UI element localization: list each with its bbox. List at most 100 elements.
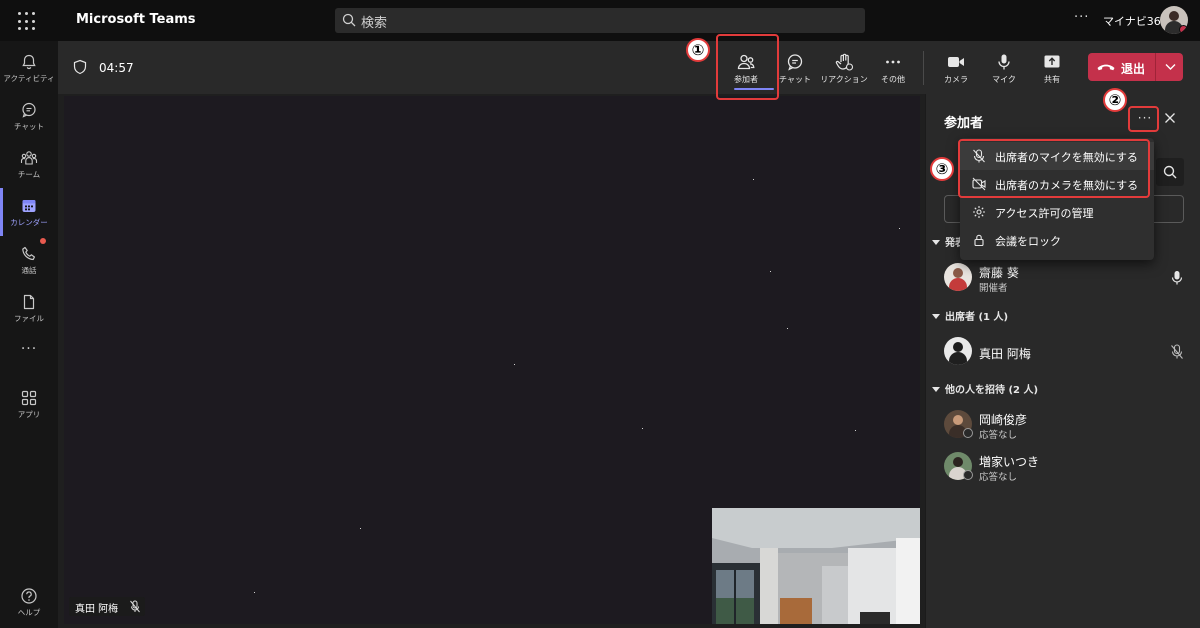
participant-role: 開催者 (979, 283, 1008, 294)
presence-busy-icon (1179, 25, 1188, 34)
rail-label-activity: アクティビティ (3, 74, 55, 83)
rail-label-apps: アプリ (17, 410, 41, 419)
participant-name: 増家いつき (979, 455, 1040, 469)
participant-name: 齋藤 葵 (979, 266, 1019, 280)
reactions-button[interactable]: リアクション (820, 49, 868, 93)
chevron-down-icon (1165, 64, 1176, 70)
rail-label-chat: チャット (14, 122, 44, 131)
chat-icon (787, 54, 803, 71)
top-bar: Microsoft Teams 検索 ··· マイナビ365 (0, 0, 1200, 41)
annotation-box-menu-items (958, 139, 1150, 198)
rail-item-files[interactable]: ファイル (0, 287, 58, 333)
mic-icon (998, 54, 1010, 70)
participant-status: 応答なし (979, 430, 1018, 441)
mic-icon (1171, 271, 1183, 285)
leave-label: 退出 (1121, 62, 1146, 76)
status-unknown-icon (963, 470, 973, 480)
search-icon (1163, 165, 1177, 179)
participant-status: 応答なし (979, 472, 1018, 483)
search-box[interactable]: 検索 (335, 8, 865, 33)
section-attendees[interactable]: 出席者 (1 人) (932, 308, 1008, 323)
rail-item-activity[interactable]: アクティビティ (0, 47, 58, 93)
left-rail: アクティビティ チャット チーム カレンダー 通話 ファイル ··· アプリ ヘ… (0, 41, 58, 628)
panel-title: 参加者 (944, 116, 984, 131)
rail-item-calls[interactable]: 通話 (0, 239, 58, 285)
annotation-marker-1: ① (686, 38, 710, 62)
participant-row[interactable]: 増家いつき 応答なし (944, 451, 1194, 485)
participant-row[interactable]: 岡崎俊彦 応答なし (944, 409, 1194, 443)
share-button[interactable]: 共有 (1028, 49, 1076, 93)
rail-item-apps[interactable]: アプリ (0, 383, 58, 429)
leave-button[interactable]: 退出 (1088, 53, 1154, 81)
rail-item-chat[interactable]: チャット (0, 95, 58, 141)
leave-divider (1155, 53, 1156, 81)
search-icon (342, 13, 356, 27)
bell-icon (22, 54, 36, 70)
meeting-timer: 04:57 (99, 61, 134, 75)
participant-name: 真田 阿梅 (979, 347, 1031, 361)
share-icon (1044, 55, 1060, 68)
panel-search-button[interactable] (1156, 158, 1184, 186)
lock-icon (974, 234, 984, 247)
rail-item-help[interactable]: ヘルプ (0, 581, 58, 627)
self-video-preview[interactable] (712, 508, 920, 624)
rail-label-teams: チーム (17, 170, 41, 179)
rail-more-icon[interactable]: ··· (0, 341, 58, 357)
avatar (944, 337, 972, 365)
app-title: Microsoft Teams (76, 12, 196, 27)
rail-item-calendar[interactable]: カレンダー (0, 191, 58, 237)
camera-label: カメラ (944, 75, 968, 84)
close-icon[interactable] (1162, 110, 1178, 126)
mic-muted-icon (130, 600, 140, 613)
room-video-image (712, 508, 920, 624)
status-unknown-icon (963, 428, 973, 438)
camera-button[interactable]: カメラ (932, 49, 980, 93)
toolbar-divider (923, 51, 924, 85)
more-options-icon[interactable]: ··· (1074, 10, 1089, 25)
tenant-name[interactable]: マイナビ365 (1103, 13, 1168, 29)
participant-name-tag: 真田 阿梅 (69, 597, 145, 616)
share-label: 共有 (1044, 75, 1060, 84)
menu-item-manage-permissions[interactable]: アクセス許可の管理 (960, 198, 1154, 226)
mic-button[interactable]: マイク (980, 49, 1028, 93)
camera-icon (948, 57, 964, 67)
menu-item-lock-meeting[interactable]: 会議をロック (960, 226, 1154, 254)
more-actions-button[interactable]: その他 (869, 49, 917, 93)
hand-icon (835, 53, 854, 71)
leave-options-button[interactable] (1158, 53, 1183, 81)
rail-item-teams[interactable]: チーム (0, 143, 58, 189)
help-icon (21, 588, 37, 604)
rail-label-help: ヘルプ (17, 608, 41, 617)
apps-icon (21, 390, 37, 406)
leave-button-group: 退出 (1088, 53, 1183, 81)
more-label: その他 (881, 75, 905, 84)
menu-label: 会議をロック (995, 235, 1061, 248)
avatar (944, 263, 972, 291)
annotation-marker-2: ② (1103, 88, 1127, 112)
user-avatar[interactable] (1160, 6, 1188, 34)
annotation-box-more (1128, 106, 1159, 132)
annotation-marker-3: ③ (930, 157, 954, 181)
participant-row[interactable]: 真田 阿梅 (944, 336, 1194, 370)
chat-icon (22, 102, 36, 118)
annotation-box-participants (716, 34, 779, 100)
gear-icon (973, 206, 985, 218)
section-invited[interactable]: 他の人を招待 (2 人) (932, 381, 1038, 396)
calendar-icon (22, 200, 36, 212)
participant-row[interactable]: 齋藤 葵 開催者 (944, 262, 1194, 296)
teams-window: Microsoft Teams 検索 ··· マイナビ365 アクティビティ チ… (0, 0, 1200, 628)
rail-label-files: ファイル (14, 314, 44, 323)
rail-label-calendar: カレンダー (10, 218, 48, 227)
name-tag-label: 真田 阿梅 (75, 604, 119, 615)
section-label: 他の人を招待 (2 人) (945, 385, 1039, 396)
reactions-label: リアクション (820, 75, 868, 84)
search-placeholder: 検索 (361, 16, 388, 31)
meeting-toolbar: 04:57 参加者 チャット リアクション その他 カメラ マイク 共有 退出 (58, 41, 1200, 94)
mic-label: マイク (992, 75, 1016, 84)
app-launcher-icon[interactable] (18, 10, 40, 32)
section-label: 出席者 (1 人) (945, 312, 1009, 323)
notification-badge (40, 238, 46, 244)
file-icon (23, 294, 35, 310)
mic-muted-icon (1171, 344, 1183, 359)
rail-label-calls: 通話 (21, 266, 37, 275)
